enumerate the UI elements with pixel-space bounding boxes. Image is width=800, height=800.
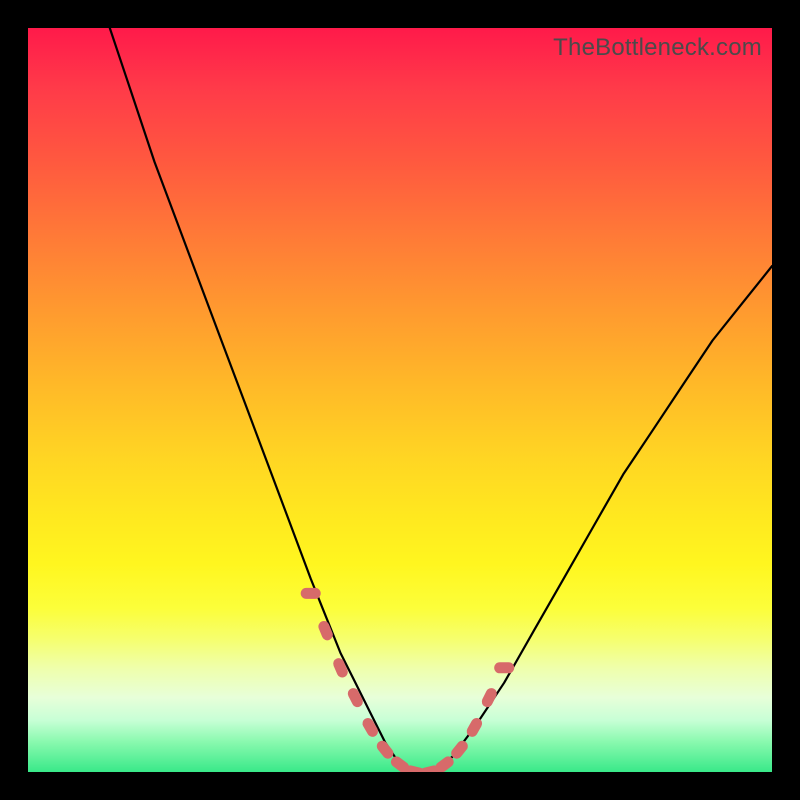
curve-marker [441, 762, 448, 767]
curve-marker [411, 771, 420, 772]
chart-svg [28, 28, 772, 772]
bottleneck-curve [110, 28, 772, 772]
plot-area: TheBottleneck.com [28, 28, 772, 772]
curve-marker [472, 724, 476, 732]
curve-marker [382, 746, 388, 753]
curve-marker [457, 746, 463, 753]
curve-marker [339, 664, 343, 672]
curve-marker [368, 724, 373, 732]
curve-marker [396, 762, 403, 767]
curve-marker [324, 627, 327, 635]
chart-frame: TheBottleneck.com [0, 0, 800, 800]
curve-marker [487, 694, 491, 702]
curve-marker [353, 694, 357, 702]
curve-marker [425, 771, 434, 772]
